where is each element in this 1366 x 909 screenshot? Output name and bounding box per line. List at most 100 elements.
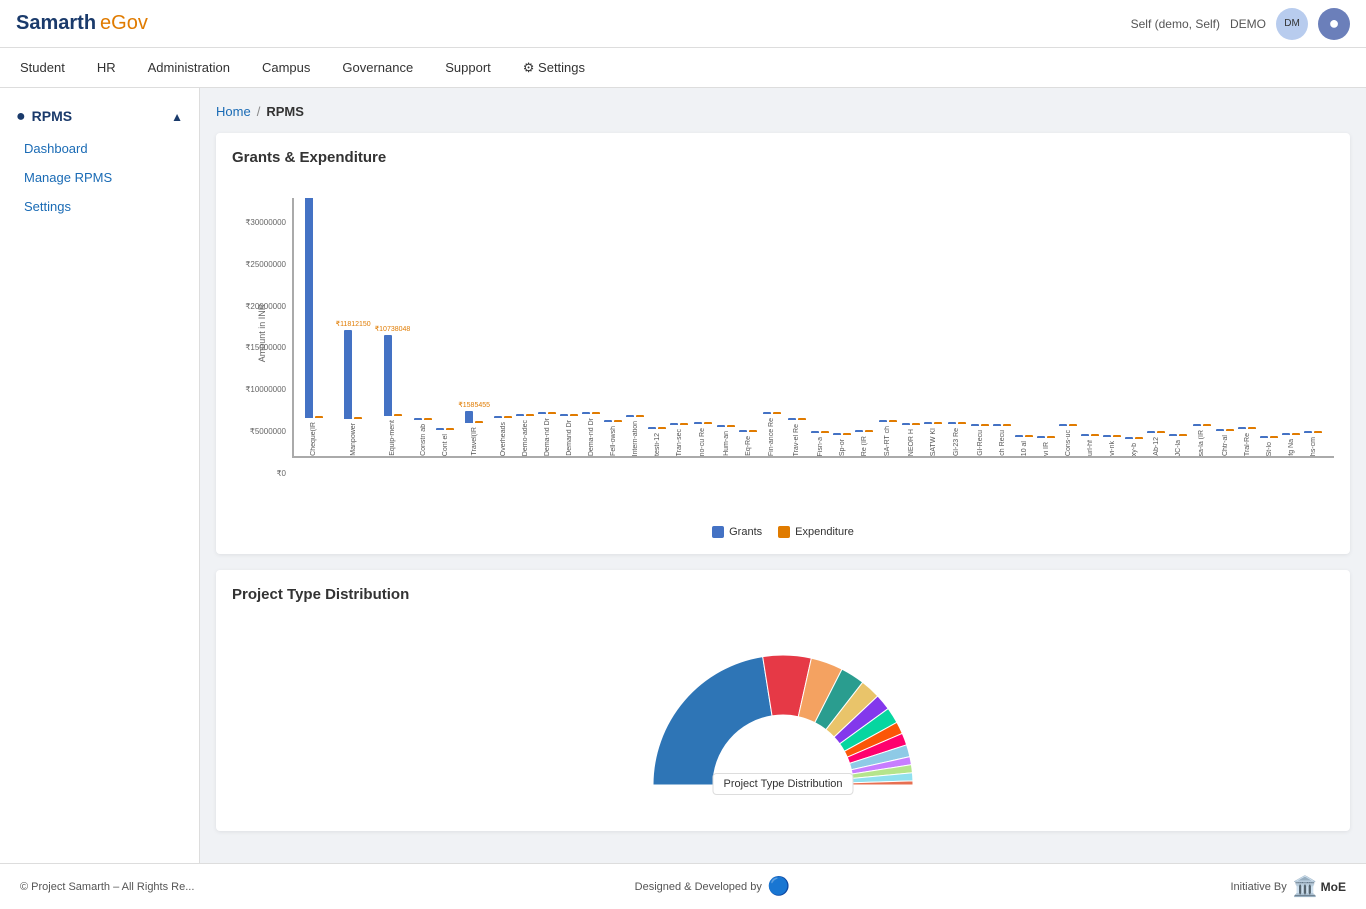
user-avatar[interactable]: ● (1318, 8, 1350, 40)
bar-group: ₹0url-hf (1081, 424, 1099, 456)
grant-bar (1216, 429, 1224, 431)
breadcrumb-current: RPMS (266, 104, 304, 119)
grant-bar (993, 424, 1001, 426)
grant-bar (436, 428, 444, 430)
expenditure-bar (394, 414, 402, 416)
bars-row (344, 330, 362, 419)
bar-group: ₹0Tral-Re (1238, 417, 1256, 456)
bar-label: NEOR H (908, 429, 915, 456)
y-axis-tick: ₹30000000 (245, 218, 286, 227)
bar-label: JC-la (1175, 440, 1182, 456)
grant-bar (879, 420, 887, 422)
bars-row (670, 423, 688, 425)
nav-item-hr[interactable]: HR (93, 48, 120, 88)
pie-segment (653, 657, 772, 785)
sidebar-item-settings[interactable]: Settings (0, 192, 199, 221)
topbar-right: Self (demo, Self) DEMO DM ● (1131, 8, 1350, 40)
sidebar-item-manage-rpms[interactable]: Manage RPMS (0, 163, 199, 192)
bars-row (1238, 427, 1256, 429)
bar-label: Equip-ment (389, 420, 396, 456)
footer-designed-label: Designed & Developed by (635, 881, 762, 893)
bars-row (1304, 431, 1322, 433)
expenditure-bar (614, 420, 622, 422)
bars-row (436, 428, 454, 430)
expenditure-bar (1226, 429, 1234, 431)
grant-bar (670, 423, 678, 425)
user-label: Self (demo, Self) (1131, 17, 1220, 31)
bar-group: ₹0Cont el (436, 418, 454, 456)
bars-row (763, 412, 781, 414)
grant-bar (811, 431, 819, 433)
legend-grants: Grants (712, 526, 762, 538)
bar-label: Fisn-a (817, 437, 824, 456)
bar-group: ₹0ch Recu (993, 414, 1011, 456)
y-axis-tick: ₹5000000 (250, 427, 286, 436)
nav-item-student[interactable]: Student (16, 48, 69, 88)
bars-row (1260, 436, 1278, 438)
bar-label: vi-nk (1109, 441, 1116, 456)
bars-row (1059, 424, 1077, 426)
bars-row (604, 420, 622, 422)
bars-row (494, 416, 512, 418)
expenditure-bar (1314, 431, 1322, 433)
legend-expenditure-dot (778, 526, 790, 538)
breadcrumb-home[interactable]: Home (216, 104, 251, 119)
expenditure-bar (658, 427, 666, 429)
breadcrumb: Home / RPMS (216, 104, 1350, 119)
bar-label: Tral-Re (1244, 433, 1251, 456)
nav-item-settings[interactable]: ⚙ Settings (519, 48, 589, 88)
bars-row (465, 411, 483, 423)
bar-label: Trav-el Re (793, 424, 800, 456)
grant-bar (902, 423, 910, 425)
project-type-title: Project Type Distribution (232, 586, 1334, 603)
bars-row (560, 414, 578, 416)
grant-bar (788, 418, 796, 420)
topbar: Samarth eGov Self (demo, Self) DEMO DM ● (0, 0, 1366, 48)
bar-group: ₹0Eq-Re (739, 420, 757, 456)
bar-label: testi-12 (654, 433, 661, 456)
chart-legend: Grants Expenditure (232, 526, 1334, 538)
main-content: Home / RPMS Grants & Expenditure ₹300000… (200, 88, 1366, 863)
grant-bar (1103, 435, 1111, 437)
demo-avatar: DM (1276, 8, 1308, 40)
sidebar-collapse-icon: ▲ (171, 110, 183, 124)
grant-bar (717, 425, 725, 427)
expenditure-bar (1025, 435, 1033, 437)
bars-row (1081, 434, 1099, 436)
bar-label: Gl-Recu (977, 430, 984, 456)
sidebar-module-rpms[interactable]: ●RPMS ▲ (0, 100, 199, 134)
bars-row (1147, 431, 1165, 433)
bars-row (1037, 436, 1055, 438)
grant-bar (948, 422, 956, 424)
bar-group: ₹1585455Travel(IR (458, 401, 490, 456)
expenditure-bar (680, 423, 688, 425)
grant-bar (694, 422, 702, 424)
grants-chart-container: ₹30000000₹25000000₹20000000₹15000000₹100… (232, 178, 1334, 538)
nav-item-administration[interactable]: Administration (144, 48, 234, 88)
bar-group: ₹0fg Na (1282, 423, 1300, 456)
legend-grants-label: Grants (729, 526, 762, 538)
bar-group: ₹0Re (IR (855, 420, 873, 456)
bar-group: ₹0NEOR H (902, 413, 920, 456)
nav-item-governance[interactable]: Governance (338, 48, 417, 88)
bars-row (1216, 429, 1234, 431)
nav-item-campus[interactable]: Campus (258, 48, 314, 88)
bar-label: fg Na (1288, 439, 1295, 456)
grant-bar (855, 430, 863, 432)
grant-bar (384, 335, 392, 416)
bar-group: ₹0Gl-Recu (971, 414, 989, 456)
sidebar-item-dashboard[interactable]: Dashboard (0, 134, 199, 163)
pie-wrap: Project Type Distribution (633, 625, 933, 805)
bars-row (414, 418, 432, 420)
bar-group: ₹0xy-b (1125, 427, 1143, 456)
bars-row (811, 431, 829, 433)
footer-initiative-label: Initiative By (1231, 881, 1287, 893)
expenditure-bar (889, 420, 897, 422)
nav-item-support[interactable]: Support (441, 48, 495, 88)
y-axis-tick: ₹10000000 (245, 385, 286, 394)
expenditure-bar (865, 430, 873, 432)
bar-group: ₹0Dema-nd Dr (582, 402, 600, 456)
bar-value-label: ₹10738048 (375, 325, 411, 333)
bar-label: Constn ab (420, 424, 427, 456)
bar-label: Re (IR (861, 436, 868, 456)
